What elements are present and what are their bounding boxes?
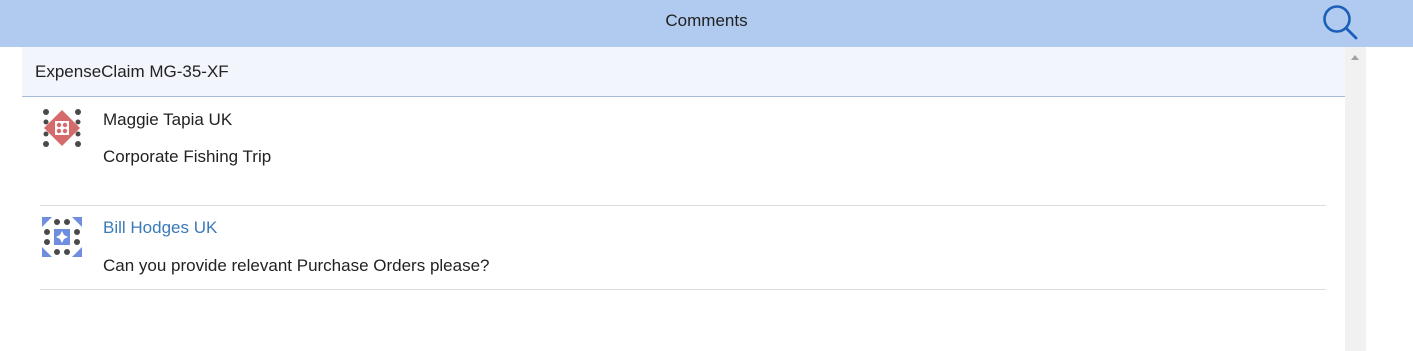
- top-bar: Comments: [0, 0, 1413, 47]
- comment-item: Bill Hodges UK Can you provide relevant …: [40, 206, 1326, 290]
- comment-author: Maggie Tapia UK: [103, 110, 233, 129]
- record-title: ExpenseClaim MG-35-XF: [35, 62, 229, 81]
- comment-item: Maggie Tapia UK Corporate Fishing Trip: [40, 97, 1326, 206]
- comment-text: Can you provide relevant Purchase Orders…: [103, 256, 490, 275]
- panel-header: ExpenseClaim MG-35-XF: [22, 47, 1345, 97]
- scroll-up-arrow-icon[interactable]: [1351, 55, 1359, 60]
- page-title: Comments: [665, 11, 748, 30]
- search-button[interactable]: [1318, 2, 1362, 42]
- comments-panel: ExpenseClaim MG-35-XF Maggie Tapia UK Co…: [22, 47, 1345, 351]
- avatar: [42, 217, 82, 257]
- search-icon: [1323, 5, 1358, 40]
- avatar: [42, 108, 82, 148]
- identicon-blue-icon: [42, 217, 82, 257]
- identicon-red-icon: [43, 109, 81, 147]
- comment-text: Corporate Fishing Trip: [103, 147, 272, 166]
- comment-author-link[interactable]: Bill Hodges UK: [103, 218, 217, 238]
- vertical-scrollbar[interactable]: [1345, 47, 1366, 351]
